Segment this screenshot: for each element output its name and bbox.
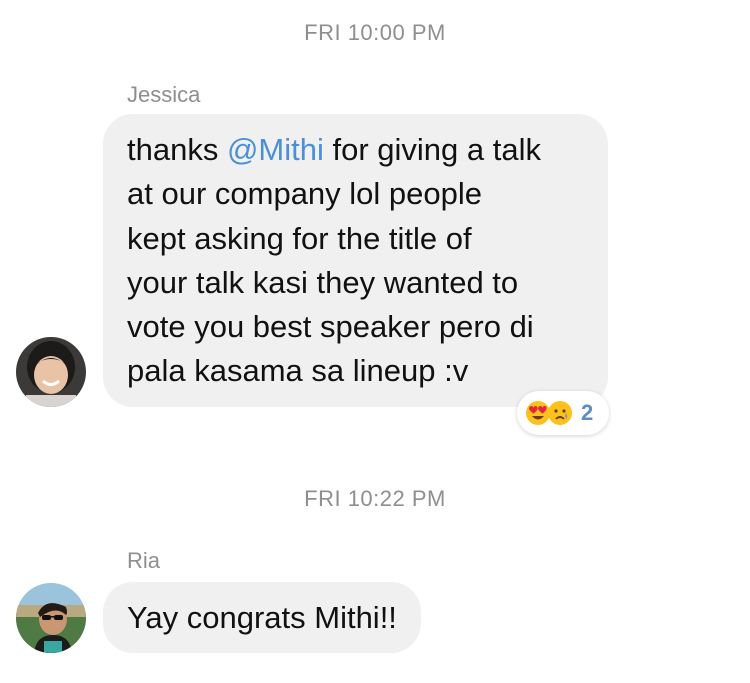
message-line: pala kasama sa lineup :v [127,353,469,389]
message-bubble-jessica[interactable]: thanks @Mithi for giving a talk at our c… [103,114,608,407]
avatar-jessica[interactable] [16,337,86,407]
reaction-count: 2 [581,400,594,425]
message-line: kept asking for the title of [127,220,472,256]
crying-emoji-icon [547,400,573,426]
reactions-pill[interactable]: 2 [517,391,609,435]
message-line: thanks @Mithi for giving a talk [127,132,541,167]
mention-link[interactable]: @Mithi [227,132,324,167]
sender-name-ria: Ria [127,548,161,573]
sender-name-jessica: Jessica [127,82,201,107]
timestamp-2: FRI 10:22 PM [304,486,446,511]
message-text: Yay congrats Mithi!! [127,600,397,635]
message-line: your talk kasi they wanted to [127,264,519,300]
timestamp-1: FRI 10:00 PM [304,20,446,45]
avatar-ria[interactable] [16,583,86,653]
message-line: vote you best speaker pero di [127,309,534,345]
message-bubble-ria[interactable]: Yay congrats Mithi!! [103,582,421,653]
message-line: at our company lol people [127,176,483,212]
